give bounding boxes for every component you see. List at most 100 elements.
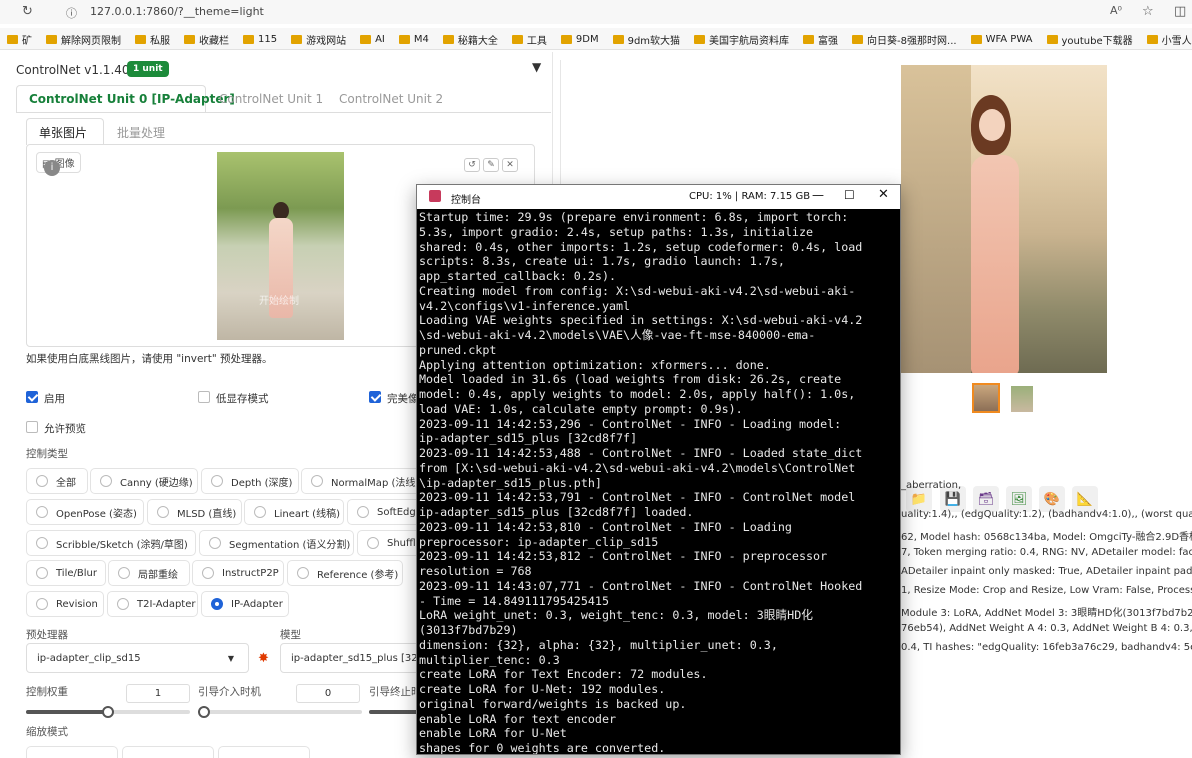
rotate-icon[interactable]: ↺ bbox=[464, 158, 480, 172]
generation-info-line: 0.4, TI hashes: "edgQuality: 16feb3a76c2… bbox=[901, 642, 1192, 653]
bookmark-item[interactable]: 秘籍大全 bbox=[436, 28, 505, 49]
bookmark-item[interactable]: WFA PWA bbox=[964, 28, 1040, 49]
type-mlsd-radio[interactable]: MLSD (直线) bbox=[147, 499, 242, 525]
console-line: 2023-09-11 14:42:53,812 - ControlNet - I… bbox=[419, 549, 828, 564]
type-ip-adapter-radio[interactable]: IP-Adapter bbox=[201, 591, 289, 617]
tab-unit-0[interactable]: ControlNet Unit 0 [IP-Adapter] bbox=[29, 92, 235, 106]
preprocessor-label: 预处理器 bbox=[26, 629, 68, 641]
type-lineart-radio[interactable]: Lineart (线稿) bbox=[244, 499, 344, 525]
console-line: ip-adapter_sd15_plus [32cd8f7f] bbox=[419, 431, 638, 446]
bookmark-item[interactable]: 美国宇航局资料库 bbox=[687, 28, 796, 49]
bookmark-item[interactable]: 向日葵-8强那时网... bbox=[845, 28, 964, 49]
console-line: 2023-09-11 14:43:07,771 - ControlNet - I… bbox=[419, 578, 863, 593]
thumbnail-1[interactable] bbox=[972, 383, 1000, 413]
bookmark-item[interactable]: 115 bbox=[236, 28, 284, 49]
generation-info-line: 62, Model hash: 0568c134ba, Model: Omgci… bbox=[901, 532, 1192, 543]
guidance-start-slider[interactable] bbox=[198, 706, 362, 718]
type-depth-radio[interactable]: Depth (深度) bbox=[201, 468, 299, 494]
console-output: Startup time: 29.9s (prepare environment… bbox=[419, 210, 899, 754]
thumbnail-2[interactable] bbox=[1011, 386, 1033, 412]
bookmark-item[interactable]: M4 bbox=[392, 28, 436, 49]
type-t2i-adapter-radio[interactable]: T2I-Adapter bbox=[107, 591, 198, 617]
console-line: LoRA weight_unet: 0.3, weight_tenc: 0.3,… bbox=[419, 608, 813, 623]
guidance-end-slider[interactable] bbox=[369, 710, 421, 714]
folder-icon bbox=[1046, 34, 1058, 44]
folder-icon bbox=[803, 34, 815, 44]
console-line: - Time = 14.849111795425415 bbox=[419, 593, 609, 608]
weight-slider[interactable] bbox=[26, 706, 190, 718]
bookmark-item[interactable]: 私服 bbox=[128, 28, 177, 49]
console-stats: CPU: 1% | RAM: 7.15 GB bbox=[689, 191, 811, 202]
bookmark-item[interactable]: 9dm软大猫 bbox=[606, 28, 687, 49]
type-softedge-radio[interactable]: SoftEdge bbox=[347, 499, 422, 525]
pixel-perfect-label: 完美像 bbox=[387, 393, 419, 405]
preprocessor-select[interactable]: ip-adapter_clip_sd15 ▼ bbox=[26, 643, 249, 673]
maximize-icon[interactable]: ☐ bbox=[844, 188, 855, 202]
reload-icon[interactable]: ↻ bbox=[22, 4, 33, 19]
bookmark-item[interactable]: 小雪人数码 bbox=[1140, 28, 1192, 49]
tab-unit-2[interactable]: ControlNet Unit 2 bbox=[339, 92, 443, 106]
bookmark-item[interactable]: 矿 bbox=[0, 28, 39, 49]
guidance-start-label: 引导介入时机 bbox=[198, 686, 261, 698]
bookmark-item[interactable]: youtube下载器 bbox=[1040, 28, 1140, 49]
guidance-start-input[interactable]: 0 bbox=[296, 684, 360, 703]
info-icon[interactable]: ⓘ bbox=[66, 5, 77, 21]
type-tile-radio[interactable]: Tile/Blur bbox=[26, 560, 106, 586]
enable-checkbox[interactable] bbox=[26, 391, 38, 403]
type-inpaint-radio[interactable]: 局部重绘 bbox=[108, 560, 190, 586]
tab-unit-1[interactable]: ControlNet Unit 1 bbox=[219, 92, 323, 106]
read-aloud-icon[interactable]: A⁰ bbox=[1110, 4, 1122, 17]
type-normalmap-radio[interactable]: NormalMap (法线贴图) bbox=[301, 468, 439, 494]
bookmark-item[interactable]: 9DM bbox=[554, 28, 606, 49]
console-titlebar[interactable]: 控制台 CPU: 1% | RAM: 7.15 GB — ☐ ✕ bbox=[417, 185, 900, 209]
tab-single-image[interactable]: 单张图片 bbox=[39, 124, 87, 141]
bookmark-item[interactable]: 解除网页限制 bbox=[39, 28, 128, 49]
console-line: ip-adapter_sd15_plus [32cd8f7f] loaded. bbox=[419, 505, 694, 519]
favorite-star-icon[interactable]: ☆ bbox=[1142, 4, 1154, 19]
pixel-perfect-checkbox[interactable] bbox=[369, 391, 381, 403]
tab-batch[interactable]: 批量处理 bbox=[117, 124, 165, 141]
type-canny-radio[interactable]: Canny (硬边缘) bbox=[90, 468, 198, 494]
type-shuffle-radio[interactable]: Shuffle bbox=[357, 530, 422, 556]
run-preprocessor-icon[interactable]: ✸ bbox=[258, 651, 269, 666]
console-window[interactable]: 控制台 CPU: 1% | RAM: 7.15 GB — ☐ ✕ Startup… bbox=[416, 184, 901, 755]
bookmark-item[interactable]: 富强 bbox=[796, 28, 845, 49]
console-line: model: 0.4s, apply weights to model: 2.0… bbox=[419, 387, 856, 401]
type-segmentation-radio[interactable]: Segmentation (语义分割) bbox=[199, 530, 354, 556]
bookmark-item[interactable]: 游戏网站 bbox=[284, 28, 353, 49]
console-line: pruned.ckpt bbox=[419, 342, 497, 357]
type-scribble-radio[interactable]: Scribble/Sketch (涂鸦/草图) bbox=[26, 530, 196, 556]
dropdown-icon: ▼ bbox=[227, 653, 234, 663]
type-revision-radio[interactable]: Revision bbox=[26, 591, 104, 617]
bookmark-item[interactable]: AI bbox=[353, 28, 392, 49]
collections-icon[interactable]: ◫ bbox=[1174, 4, 1186, 19]
minimize-icon[interactable]: — bbox=[812, 188, 824, 202]
bookmark-item[interactable]: 收藏栏 bbox=[177, 28, 236, 49]
type-all-radio[interactable]: 全部 bbox=[26, 468, 88, 494]
folder-icon bbox=[560, 34, 572, 44]
console-line: \ip-adapter_sd15_plus.pth] bbox=[419, 475, 602, 490]
lowvram-checkbox[interactable] bbox=[198, 391, 210, 403]
folder-icon bbox=[442, 34, 454, 44]
allow-preview-checkbox[interactable] bbox=[26, 421, 38, 433]
close-icon[interactable]: ✕ bbox=[878, 187, 889, 202]
generated-image[interactable] bbox=[901, 65, 1107, 373]
close-icon[interactable]: ✕ bbox=[502, 158, 518, 172]
bookmark-item[interactable]: 工具 bbox=[505, 28, 554, 49]
type-instructp2p-radio[interactable]: InstructP2P bbox=[192, 560, 284, 586]
type-reference-radio[interactable]: Reference (参考) bbox=[287, 560, 403, 586]
browser-address-bar: ↻ ⓘ 127.0.0.1:7860/?__theme=light A⁰ ☆ ◫ bbox=[0, 0, 1192, 24]
console-line: 2023-09-11 14:42:53,791 - ControlNet - I… bbox=[419, 490, 856, 505]
model-select[interactable]: ip-adapter_sd15_plus [32c bbox=[280, 643, 420, 673]
resize-mode-label: 缩放模式 bbox=[26, 726, 68, 738]
type-openpose-radio[interactable]: OpenPose (姿态) bbox=[26, 499, 144, 525]
weight-input[interactable]: 1 bbox=[126, 684, 190, 703]
reference-image: 开始绘制 bbox=[217, 152, 344, 340]
resize-option[interactable] bbox=[122, 746, 214, 758]
resize-option[interactable] bbox=[218, 746, 310, 758]
collapse-chevron-icon[interactable]: ▼ bbox=[532, 60, 541, 74]
url-input[interactable]: 127.0.0.1:7860/?__theme=light bbox=[90, 5, 264, 18]
resize-option[interactable] bbox=[26, 746, 118, 758]
folder-icon bbox=[135, 34, 146, 44]
edit-icon[interactable]: ✎ bbox=[483, 158, 499, 172]
